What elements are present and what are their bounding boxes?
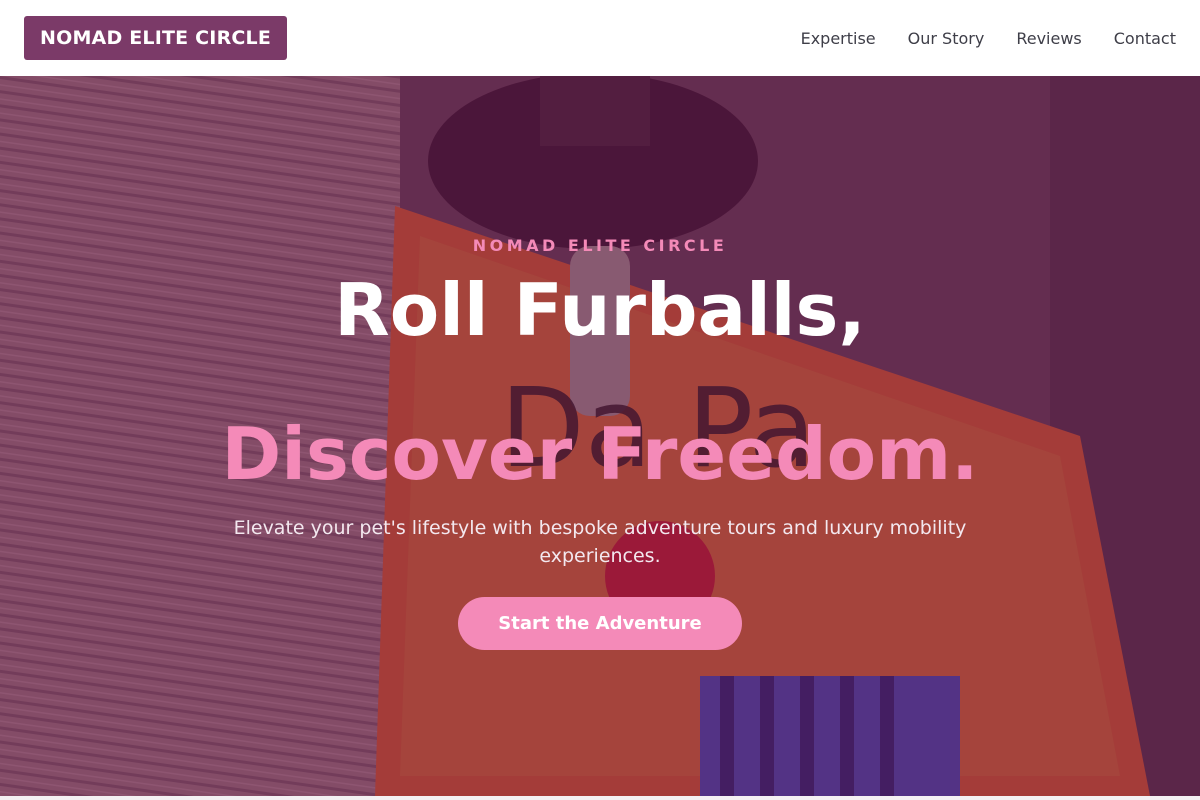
- start-adventure-button[interactable]: Start the Adventure: [458, 597, 742, 650]
- hero-subtitle: Elevate your pet's lifestyle with bespok…: [233, 517, 967, 567]
- hero-content: NOMAD ELITE CIRCLE Roll Furballs, Discov…: [0, 76, 1200, 796]
- main-nav: Expertise Our Story Reviews Contact: [769, 29, 1176, 48]
- nav-link-reviews[interactable]: Reviews: [1016, 29, 1081, 48]
- nav-link-expertise[interactable]: Expertise: [801, 29, 876, 48]
- page-bottom-strip: [0, 796, 1200, 800]
- nav-link-contact[interactable]: Contact: [1114, 29, 1176, 48]
- nav-link-our-story[interactable]: Our Story: [908, 29, 985, 48]
- brand-logo[interactable]: NOMAD ELITE CIRCLE: [24, 16, 288, 60]
- hero-section: Da Pa NOMAD ELITE CIRCLE Roll Furballs, …: [0, 76, 1200, 796]
- hero-headline-line-2: Discover Freedom.: [221, 412, 979, 496]
- hero-eyebrow: NOMAD ELITE CIRCLE: [472, 236, 728, 255]
- site-header: NOMAD ELITE CIRCLE Expertise Our Story R…: [0, 0, 1200, 76]
- hero-headline-line-1: Roll Furballs,: [334, 268, 866, 352]
